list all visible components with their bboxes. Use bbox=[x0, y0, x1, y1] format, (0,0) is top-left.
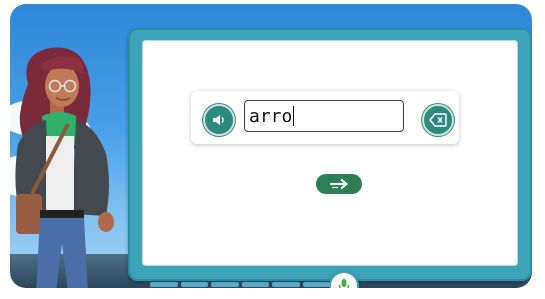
word-input[interactable]: arro bbox=[244, 100, 404, 132]
question-board: arro bbox=[128, 28, 532, 288]
answer-card: arro bbox=[191, 91, 459, 144]
character-illustration bbox=[15, 47, 114, 288]
backspace-button[interactable] bbox=[422, 104, 454, 136]
progress-segments bbox=[150, 282, 330, 287]
progress-segment bbox=[302, 282, 330, 287]
speaker-icon bbox=[213, 115, 224, 125]
text-caret bbox=[293, 106, 295, 126]
microphone-button[interactable] bbox=[329, 271, 359, 288]
backspace-icon bbox=[429, 113, 447, 127]
microphone-icon bbox=[338, 279, 350, 288]
board-content: arro bbox=[142, 40, 518, 288]
progress-segment bbox=[272, 282, 300, 287]
progress-segment bbox=[180, 282, 208, 287]
progress-segment bbox=[241, 282, 269, 287]
arrow-right-icon bbox=[330, 178, 349, 190]
progress-segment bbox=[150, 282, 178, 287]
next-button[interactable] bbox=[316, 174, 362, 194]
progress-segment bbox=[211, 282, 239, 287]
play-audio-button[interactable] bbox=[203, 104, 235, 136]
word-input-value: arro bbox=[249, 105, 293, 127]
game-scene: arro bbox=[10, 4, 532, 288]
